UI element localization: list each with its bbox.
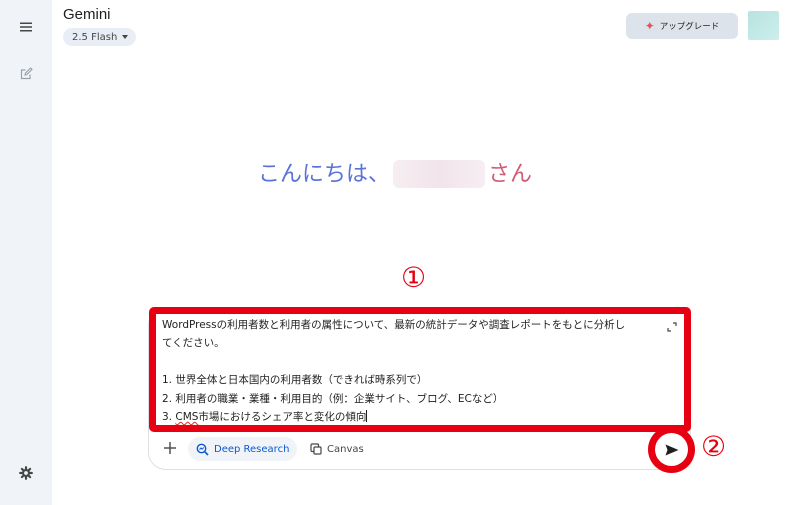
text-cursor (366, 409, 368, 422)
model-label: 2.5 Flash (72, 31, 118, 43)
prompt-line: 3. CMS市場におけるシェア率と変化の傾向 (162, 408, 677, 426)
plus-icon (164, 442, 176, 454)
deep-research-button[interactable]: Deep Research (188, 437, 298, 461)
annotation-step-1: ① (401, 261, 427, 294)
menu-icon (20, 22, 32, 32)
caret-down-icon (122, 35, 129, 39)
settings-button[interactable] (12, 459, 40, 487)
prompt-line: 1. 世界全体と日本国内の利用者数（できれば時系列で） (162, 374, 428, 387)
prompt-line: WordPressの利用者数と利用者の属性について、最新の統計データや調査レポー… (162, 319, 626, 331)
deep-research-icon (196, 443, 209, 456)
canvas-button[interactable]: Canvas (304, 437, 370, 461)
blurred-user-name (393, 160, 485, 188)
greeting-prefix: こんにちは、 (257, 161, 390, 186)
canvas-icon (310, 443, 322, 455)
upgrade-label: アップグレード (659, 22, 720, 32)
prompt-line-rest: 市場におけるシェア率と変化の傾向 (198, 410, 367, 423)
upgrade-button[interactable]: ✦ アップグレード (626, 13, 738, 39)
send-icon (665, 444, 678, 455)
edit-icon (20, 66, 33, 79)
expand-icon[interactable] (667, 322, 677, 332)
annotation-step-2: ② (701, 430, 727, 463)
avatar[interactable] (748, 11, 779, 40)
new-chat-button[interactable] (12, 59, 40, 87)
prompt-line: てください。 (162, 337, 225, 350)
sidebar (0, 0, 52, 505)
menu-button[interactable] (12, 13, 40, 41)
prompt-line: 2. 利用者の職業・業種・利用目的（例：企業サイト、ブログ、ECなど） (162, 392, 504, 405)
add-button[interactable] (160, 438, 180, 458)
prompt-input[interactable]: WordPressの利用者数と利用者の属性について、最新の統計データや調査レポー… (162, 316, 677, 426)
gear-icon (19, 466, 33, 480)
canvas-label: Canvas (327, 443, 364, 455)
send-highlight-ring (648, 426, 695, 473)
prompt-line (162, 353, 677, 371)
deep-research-label: Deep Research (214, 443, 290, 455)
model-selector[interactable]: 2.5 Flash (63, 28, 137, 46)
prompt-line-prefix: 3. (162, 410, 176, 423)
sparkle-icon: ✦ (644, 19, 655, 33)
spellcheck-word: CMS (175, 410, 199, 423)
greeting-suffix: さん (488, 161, 533, 186)
send-button[interactable] (655, 433, 688, 466)
app-title: Gemini (63, 6, 111, 23)
greeting: こんにちは、 さん (0, 156, 790, 188)
